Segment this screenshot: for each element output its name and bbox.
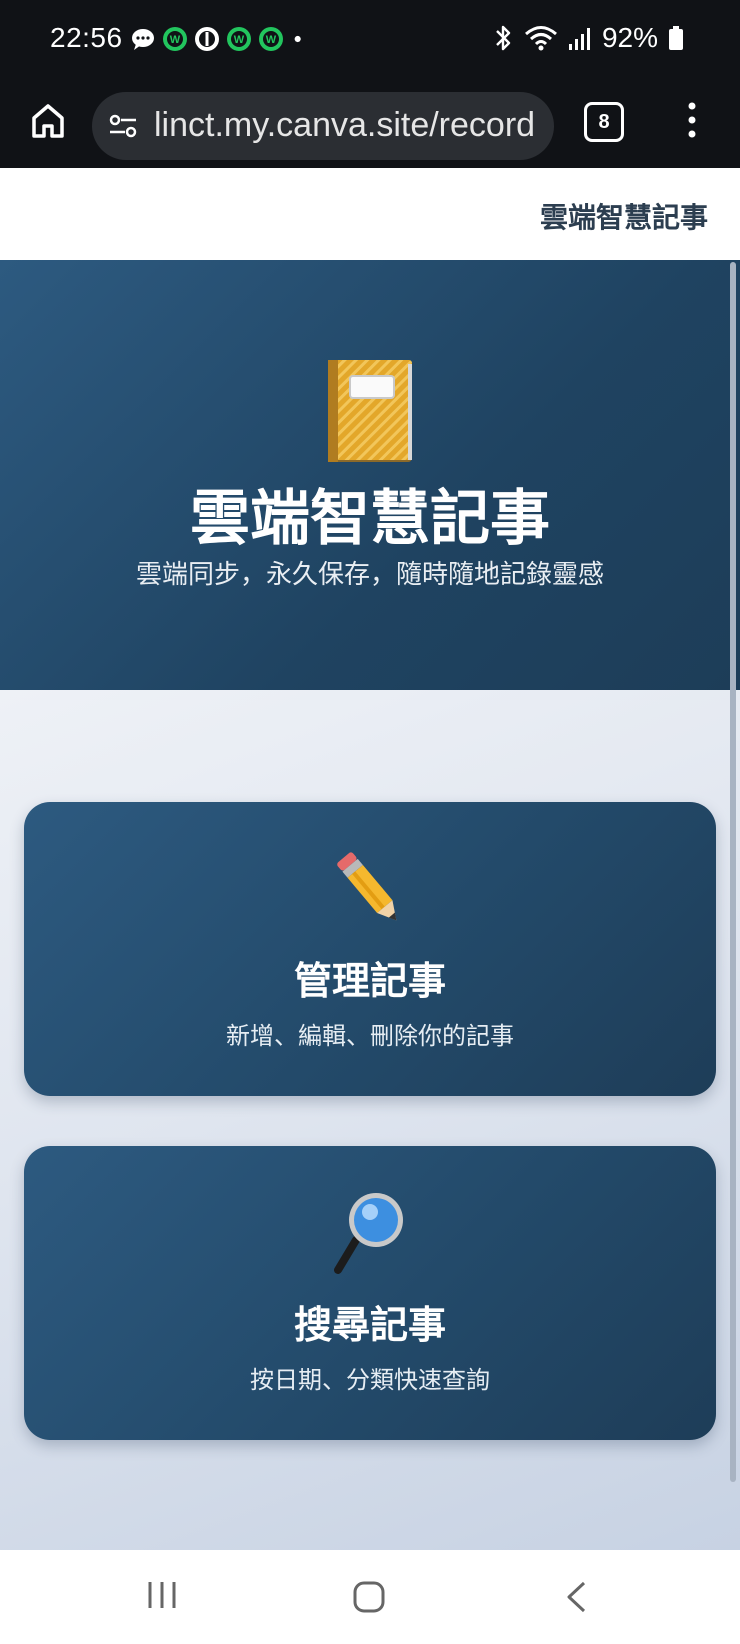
system-nav-bar [0,1550,740,1644]
magnifier-icon [334,1193,403,1274]
pencil-icon [337,852,397,921]
sync-app-icon [195,27,219,51]
recent-apps-icon[interactable] [146,1580,178,1610]
line-app-icon: W [259,27,283,51]
address-bar[interactable]: linct.my.canva.site/record [92,92,554,160]
site-header: 雲端智慧記事 [0,168,740,260]
signal-icon [568,28,590,50]
manage-notes-card[interactable]: 管理記事 新增、編輯、刪除你的記事 [24,802,716,1096]
site-header-title[interactable]: 雲端智慧記事 [540,196,708,236]
tab-switcher-button[interactable]: 8 [584,102,624,142]
browser-toolbar: linct.my.canva.site/record 8 [0,84,740,168]
site-settings-icon[interactable] [108,112,138,140]
web-page: 雲端智慧記事 雲端智慧記事 雲端同步，永久保存，隨時隨地記錄靈感 管理記事 新增… [0,168,740,1550]
hero-title: 雲端智慧記事 [190,484,550,554]
line-app-icon: W [227,27,251,51]
status-bar: 22:56 W W W 92% [0,0,740,84]
wifi-icon [524,26,557,51]
features-section: 管理記事 新增、編輯、刪除你的記事 搜尋記事 按日期、分類快速查詢 [0,690,740,1550]
notification-icons: W W W [130,26,310,52]
line-app-icon: W [163,27,187,51]
home-nav-icon[interactable] [352,1580,386,1614]
more-menu-icon[interactable] [682,100,702,140]
back-icon[interactable] [564,1580,588,1614]
battery-percent: 92% [601,22,658,53]
svg-text:W: W [266,34,277,46]
notebook-icon [328,360,412,462]
svg-text:W: W [234,34,245,46]
search-notes-card[interactable]: 搜尋記事 按日期、分類快速查詢 [24,1146,716,1440]
svg-text:W: W [170,34,181,46]
search-notes-title: 搜尋記事 [293,1303,446,1347]
status-right: 92% [492,22,684,54]
status-time: 22:56 [50,22,123,53]
url-text[interactable]: linct.my.canva.site/record [154,106,544,145]
page-scrollbar[interactable] [730,262,736,1482]
chat-bubble-icon [132,29,154,50]
bluetooth-icon [496,25,511,51]
battery-icon [669,26,683,50]
dot-icon [294,35,301,43]
manage-notes-title: 管理記事 [293,959,446,1003]
manage-notes-description: 新增、編輯、刪除你的記事 [226,1022,514,1050]
hero-subtitle: 雲端同步，永久保存，隨時隨地記錄靈感 [135,560,604,590]
hero-section: 雲端智慧記事 雲端同步，永久保存，隨時隨地記錄靈感 [0,260,740,690]
home-icon[interactable] [28,100,68,140]
search-notes-description: 按日期、分類快速查詢 [250,1366,490,1394]
